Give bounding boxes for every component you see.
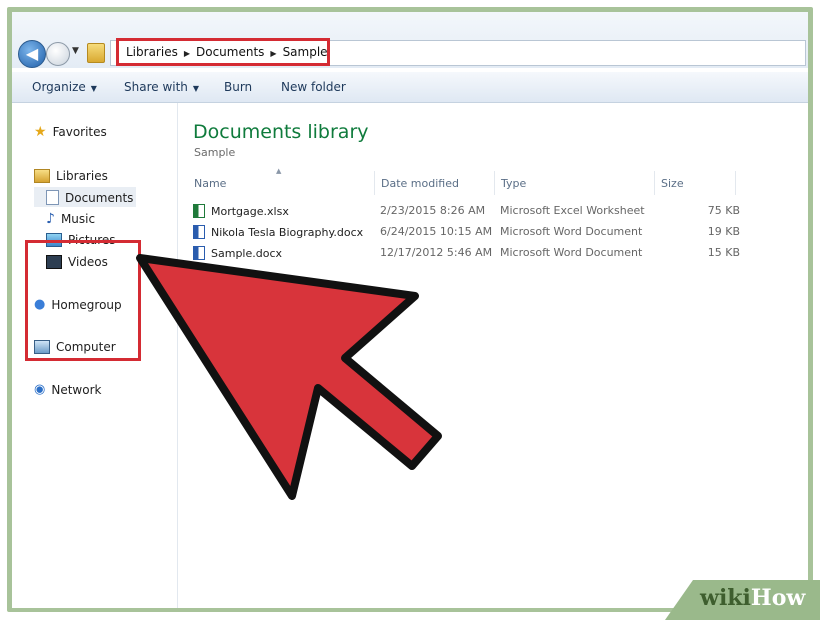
watermark-how: How: [750, 585, 806, 611]
watermark-logo: wikiHow: [700, 585, 805, 611]
pointer-arrow-overlay: [136, 254, 442, 500]
watermark-wiki: wiki: [700, 585, 751, 611]
red-arrow-icon: [136, 254, 442, 500]
